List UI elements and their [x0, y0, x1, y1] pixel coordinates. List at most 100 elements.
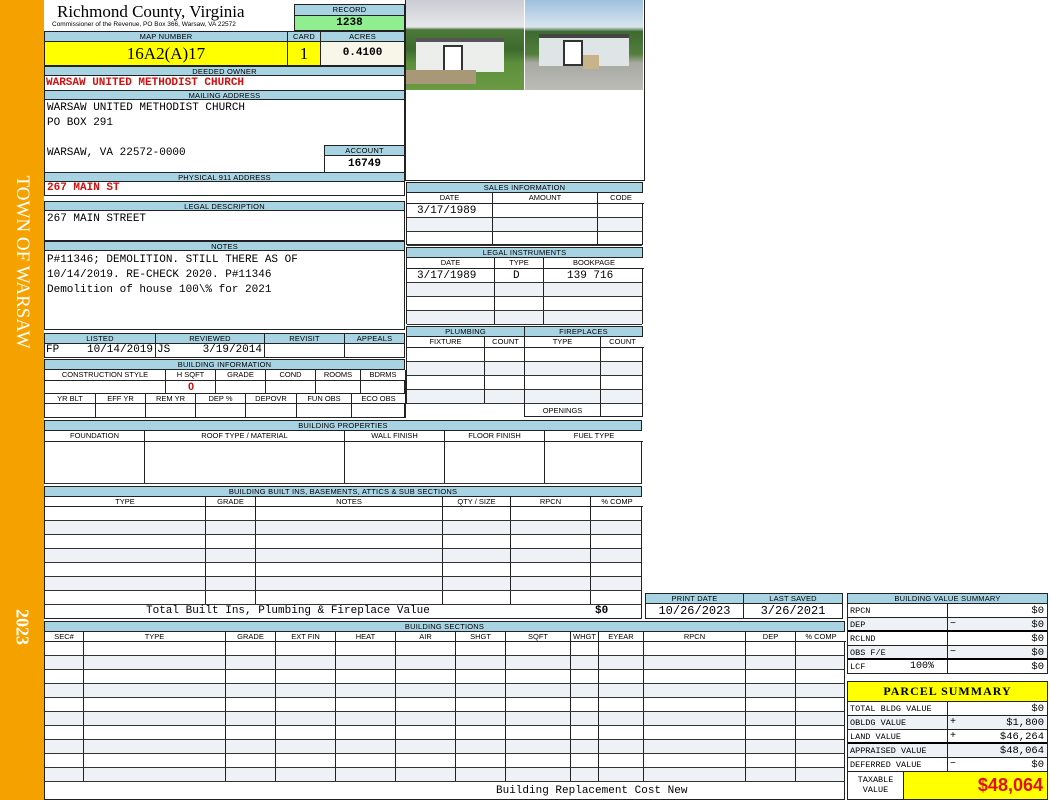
column-header: HEAT	[336, 632, 396, 642]
table-row	[525, 362, 642, 376]
column-divider	[255, 521, 256, 534]
column-divider	[442, 563, 443, 576]
instrument-type: D	[513, 270, 520, 282]
column-header: FUEL TYPE	[545, 431, 643, 442]
column-header: COUNT	[601, 337, 644, 348]
column-divider	[597, 232, 598, 245]
column-divider	[225, 670, 226, 683]
notes-line: 10/14/2019. RE-CHECK 2020. P#11346	[47, 269, 272, 281]
column-header: ECO OBS	[352, 394, 406, 404]
column-divider	[442, 577, 443, 590]
summary-row: APPRAISED VALUE $48,064	[848, 744, 1047, 758]
column-divider	[144, 442, 145, 483]
summary-value: $46,264	[999, 731, 1044, 743]
instrument-bookpage: 139 716	[567, 270, 614, 282]
column-divider	[598, 726, 599, 739]
column-header: COUNT	[485, 337, 526, 348]
column-header: BDRMS	[361, 370, 406, 381]
column-divider	[505, 656, 506, 669]
column-divider	[643, 712, 644, 725]
table-row	[407, 348, 524, 362]
account-value: 16749	[324, 155, 405, 173]
column-divider	[494, 283, 495, 296]
card-value: 1	[287, 41, 321, 66]
column-divider	[598, 698, 599, 711]
summary-sign: −	[947, 758, 967, 771]
column-divider	[455, 768, 456, 781]
column-divider	[225, 726, 226, 739]
column-divider	[598, 768, 599, 781]
column-divider	[505, 754, 506, 767]
column-divider	[275, 670, 276, 683]
column-header: FIXTURE	[407, 337, 485, 348]
column-divider	[643, 656, 644, 669]
column-divider	[570, 754, 571, 767]
column-divider	[444, 442, 445, 483]
summary-label: RCLND	[850, 634, 876, 644]
column-divider	[335, 712, 336, 725]
column-divider	[745, 712, 746, 725]
summary-sign: +	[947, 716, 967, 729]
value-cell	[45, 404, 96, 418]
summary-value: $1,800	[1006, 717, 1044, 729]
value-cell	[216, 381, 266, 394]
table-row	[45, 698, 844, 712]
summary-label: TOTAL BLDG VALUE	[850, 704, 932, 714]
column-header: RPCN	[644, 632, 746, 642]
deeded-owner-value: WARSAW UNITED METHODIST CHURCH	[44, 75, 405, 91]
column-divider	[505, 768, 506, 781]
column-divider	[255, 591, 256, 604]
column-header: CODE	[598, 193, 644, 204]
hsqft-value: 0	[187, 381, 195, 393]
summary-extra: 100%	[910, 661, 935, 672]
column-divider	[795, 712, 796, 725]
summary-row: DEFERRED VALUE − $0	[848, 758, 1047, 772]
year-label: 2023	[12, 609, 33, 645]
column-divider	[745, 754, 746, 767]
reviewed-by: JS	[157, 344, 171, 356]
mailing-line1: WARSAW UNITED METHODIST CHURCH	[47, 102, 246, 114]
column-divider	[570, 684, 571, 697]
notes-line: Demolition of house 100\% for 2021	[47, 284, 272, 296]
column-divider	[598, 754, 599, 767]
appeals-value	[344, 343, 405, 358]
column-divider	[492, 218, 493, 231]
summary-value: $0	[1031, 661, 1044, 673]
column-header: TYPE	[495, 258, 544, 269]
column-divider	[590, 563, 591, 576]
column-divider	[643, 768, 644, 781]
column-divider	[275, 726, 276, 739]
sales-table: DATE AMOUNT CODE 3/17/1989	[406, 192, 644, 246]
column-divider	[83, 698, 84, 711]
column-divider	[745, 740, 746, 753]
column-divider	[225, 768, 226, 781]
column-header: DATE	[407, 193, 493, 204]
table-row	[407, 311, 642, 325]
column-header: DEP %	[196, 394, 246, 404]
summary-label: RPCN	[850, 606, 871, 616]
column-divider	[255, 563, 256, 576]
last-saved-value: 3/26/2021	[743, 603, 843, 619]
column-divider	[543, 311, 544, 324]
summary-row: TOTAL BLDG VALUE $0	[848, 702, 1047, 716]
column-divider	[395, 712, 396, 725]
column-header: EYEAR	[599, 632, 644, 642]
column-divider	[83, 642, 84, 655]
column-header: H SQFT	[166, 370, 216, 381]
column-header: ROOMS	[316, 370, 361, 381]
column-divider	[455, 740, 456, 753]
column-divider	[83, 726, 84, 739]
column-divider	[570, 740, 571, 753]
column-divider	[395, 726, 396, 739]
sidebar-band	[0, 0, 44, 800]
column-divider	[395, 754, 396, 767]
value-cell	[246, 404, 297, 418]
column-divider	[643, 726, 644, 739]
column-divider	[510, 507, 511, 520]
summary-value: $48,064	[999, 745, 1044, 757]
column-divider	[598, 740, 599, 753]
reviewed-value: JS 3/19/2014	[155, 343, 265, 358]
summary-label: LCF	[850, 662, 866, 672]
column-divider	[455, 698, 456, 711]
summary-value: $0	[1031, 647, 1044, 659]
